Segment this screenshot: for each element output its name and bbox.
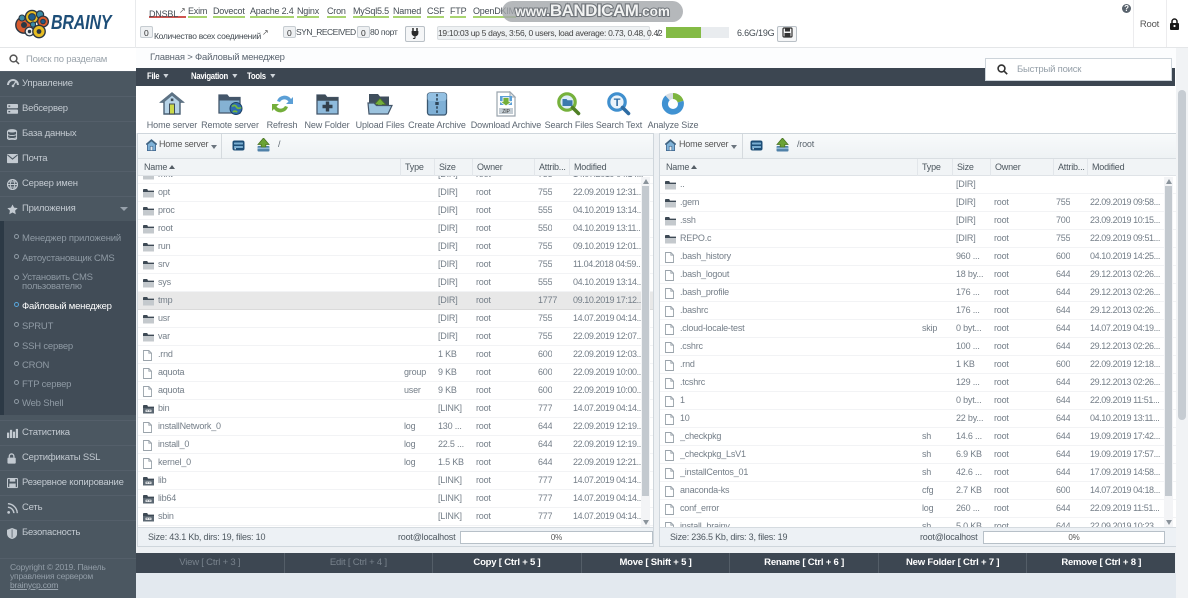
svg-text:ZIP: ZIP [502,109,510,115]
svg-text:T: T [614,97,621,109]
